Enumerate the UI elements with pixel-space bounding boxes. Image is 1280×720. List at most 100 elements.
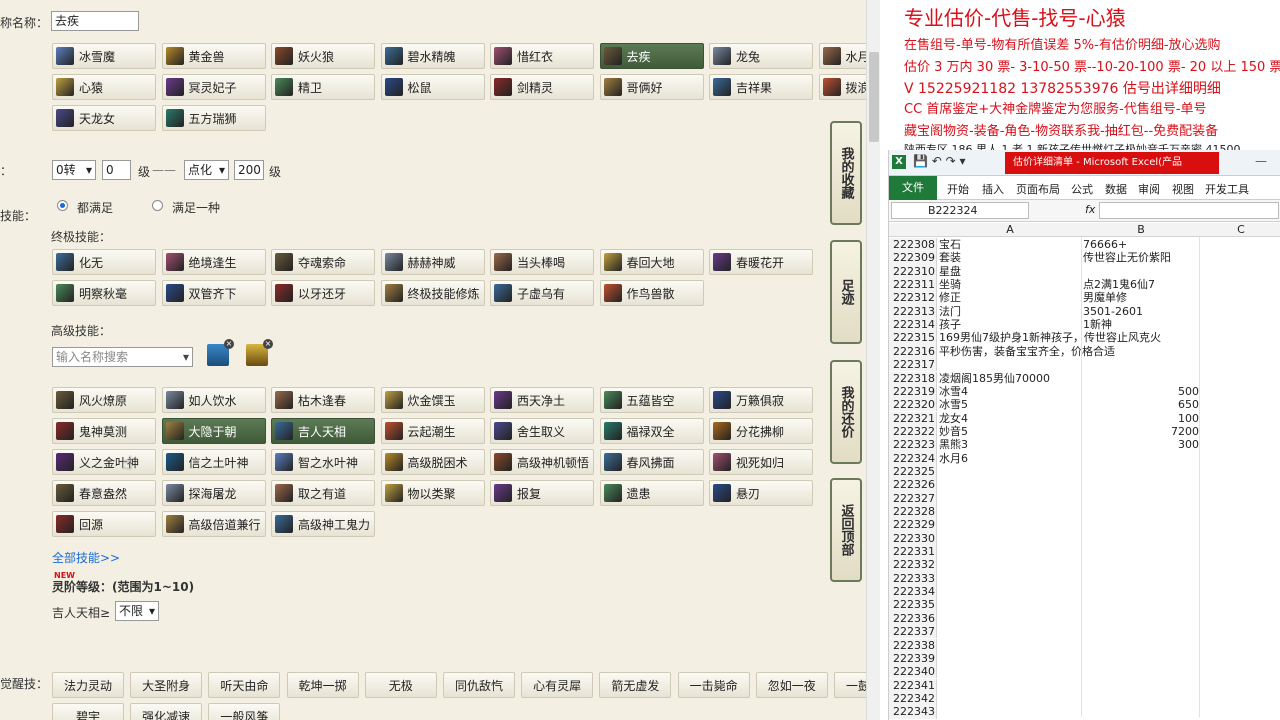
advanced-skill-button[interactable]: 枯木逢春 [271, 387, 375, 413]
cell-a[interactable]: 凌烟阁185男仙70000 [939, 372, 1081, 385]
pet-button[interactable]: 松鼠 [380, 74, 485, 100]
cell-b[interactable]: 76666+ [1083, 238, 1199, 251]
row-number[interactable]: 222309 [889, 251, 937, 265]
formula-input[interactable] [1099, 202, 1279, 219]
pet-button[interactable]: 哥俩好 [599, 74, 704, 100]
advanced-skill-button[interactable]: 高级倍道兼行 [161, 511, 266, 537]
row-number[interactable]: 222340 [889, 665, 937, 679]
row-number[interactable]: 222308 [889, 238, 937, 252]
footprints-button[interactable]: 足迹 [830, 240, 862, 344]
tab-page-layout[interactable]: 页面布局 [1016, 181, 1060, 197]
row-number[interactable]: 222331 [889, 545, 937, 559]
cell-a[interactable]: 冰雪5 [939, 398, 1081, 411]
tab-review[interactable]: 审阅 [1138, 181, 1160, 197]
row-number[interactable]: 222327 [889, 491, 937, 505]
advanced-skill-button[interactable]: 物以类聚 [380, 480, 485, 506]
advanced-skill-button[interactable]: 五蕴皆空 [599, 387, 704, 413]
scrollbar-thumb[interactable] [869, 52, 879, 142]
pet-button[interactable]: 妖火狼 [271, 43, 375, 69]
max-level-input[interactable]: 200 [234, 160, 264, 180]
advanced-skill-button[interactable]: 高级神工鬼力 [271, 511, 375, 537]
advanced-skill-button[interactable]: 取之有道 [271, 480, 375, 506]
skill-search-input[interactable]: 输入名称搜索 ▾ [52, 347, 193, 367]
advanced-skill-button[interactable]: 高级神机顿悟 [490, 449, 594, 475]
row-number[interactable]: 222311 [889, 278, 937, 292]
cell-a[interactable]: 孩子 [939, 318, 1081, 331]
pet-button[interactable]: 水月 [818, 43, 866, 69]
col-header[interactable]: B [1083, 223, 1199, 236]
cell-b[interactable]: 7200 [1083, 425, 1199, 438]
awaken-skill-button[interactable]: 一击毙命 [677, 672, 750, 698]
pet-button[interactable]: 冰雪魔 [52, 43, 156, 69]
quick-access-icon[interactable]: 💾 ↶ ↷ ▾ [913, 154, 966, 168]
ultimate-skill-button[interactable]: 绝境逢生 [161, 249, 266, 275]
row-number[interactable]: 222334 [889, 585, 937, 599]
ultimate-skill-button[interactable]: 春暖花开 [709, 249, 813, 275]
tab-view[interactable]: 视图 [1172, 181, 1194, 197]
advanced-skill-button[interactable]: 大隐于朝 [161, 418, 266, 444]
pet-button[interactable]: 龙兔 [709, 43, 813, 69]
cell-b[interactable]: 点2满1鬼6仙7 [1083, 278, 1199, 291]
advanced-skill-button[interactable]: 视死如归 [709, 449, 813, 475]
row-number[interactable]: 222322 [889, 424, 937, 439]
remove-icon[interactable]: × [224, 339, 234, 349]
awaken-skill-button[interactable]: 听天由命 [208, 672, 281, 698]
row-number[interactable]: 222339 [889, 651, 937, 666]
tab-developer[interactable]: 开发工具 [1205, 181, 1249, 197]
advanced-skill-button[interactable]: 遗患 [599, 480, 704, 506]
pet-button[interactable]: 吉祥果 [709, 74, 813, 100]
row-number[interactable]: 222313 [889, 304, 937, 319]
minimize-icon[interactable]: — [1255, 154, 1267, 168]
pet-button[interactable]: 碧水精魄 [380, 43, 485, 69]
row-number[interactable]: 222315 [889, 331, 937, 345]
cell-a[interactable]: 平秒伤害，装备宝宝齐全，价格合适 [939, 345, 1115, 358]
ultimate-skill-button[interactable]: 赫赫神威 [380, 249, 485, 275]
pet-button[interactable]: 惜红衣 [490, 43, 594, 69]
cell-a[interactable]: 宝石 [939, 238, 1081, 251]
cell-b[interactable]: 1新神 [1083, 318, 1199, 331]
pet-name-input[interactable]: 去疾 [51, 11, 139, 31]
row-number[interactable]: 222332 [889, 558, 937, 572]
row-number[interactable]: 222324 [889, 451, 937, 465]
cell-b[interactable]: 3501-2601 [1083, 305, 1199, 318]
advanced-skill-button[interactable]: 福禄双全 [599, 418, 704, 444]
advanced-skill-button[interactable]: 吉人天相 [271, 418, 375, 444]
advanced-skill-button[interactable]: 智之水叶神 [271, 449, 375, 475]
row-number[interactable]: 222321 [889, 411, 937, 425]
advanced-skill-button[interactable]: 如人饮水 [161, 387, 266, 413]
row-number[interactable]: 222330 [889, 531, 937, 545]
awaken-skill-button[interactable]: 一鼓作气 [834, 672, 866, 698]
cell-b[interactable]: 300 [1083, 438, 1199, 451]
row-number[interactable]: 222319 [889, 384, 937, 399]
row-number[interactable]: 222320 [889, 398, 937, 412]
ultimate-skill-button[interactable]: 以牙还牙 [271, 280, 375, 306]
awaken-skill-button[interactable]: 乾坤一掷 [286, 672, 359, 698]
awaken-skill-button[interactable]: 箭无虚发 [599, 672, 672, 698]
pet-button[interactable]: 去疾 [599, 43, 704, 69]
row-number[interactable]: 222314 [889, 318, 937, 332]
page-scrollbar[interactable] [866, 0, 880, 720]
row-number[interactable]: 222318 [889, 371, 937, 385]
tab-data[interactable]: 数据 [1105, 181, 1127, 197]
cell-b[interactable]: 传世容止无价紫阳 [1083, 251, 1199, 264]
row-number[interactable]: 222336 [889, 611, 937, 626]
row-number[interactable]: 222337 [889, 625, 937, 639]
row-number[interactable]: 222323 [889, 438, 937, 452]
row-number[interactable]: 222328 [889, 505, 937, 519]
advanced-skill-button[interactable]: 回源 [52, 511, 156, 537]
col-header[interactable]: A [939, 223, 1081, 236]
awaken-skill-button[interactable]: 强化减速 [130, 703, 203, 720]
pet-button[interactable]: 剑精灵 [490, 74, 594, 100]
tab-file[interactable]: 文件 [889, 176, 937, 200]
awaken-skill-button[interactable]: 一般风筝 [208, 703, 281, 720]
advanced-skill-button[interactable]: 舍生取义 [490, 418, 594, 444]
advanced-skill-button[interactable]: 鬼神莫测 [52, 418, 156, 444]
my-favorites-button[interactable]: 我的收藏 [830, 121, 862, 225]
remove-icon[interactable]: × [263, 339, 273, 349]
awaken-skill-button[interactable]: 忽如一夜 [755, 672, 828, 698]
my-bargain-button[interactable]: 我的还价 [830, 360, 862, 464]
advanced-skill-button[interactable]: 高级脱困术 [380, 449, 485, 475]
rebirth-select[interactable]: 0转 ▾ [52, 160, 96, 180]
advanced-skill-button[interactable]: 春风拂面 [599, 449, 704, 475]
row-number[interactable]: 222342 [889, 691, 937, 706]
